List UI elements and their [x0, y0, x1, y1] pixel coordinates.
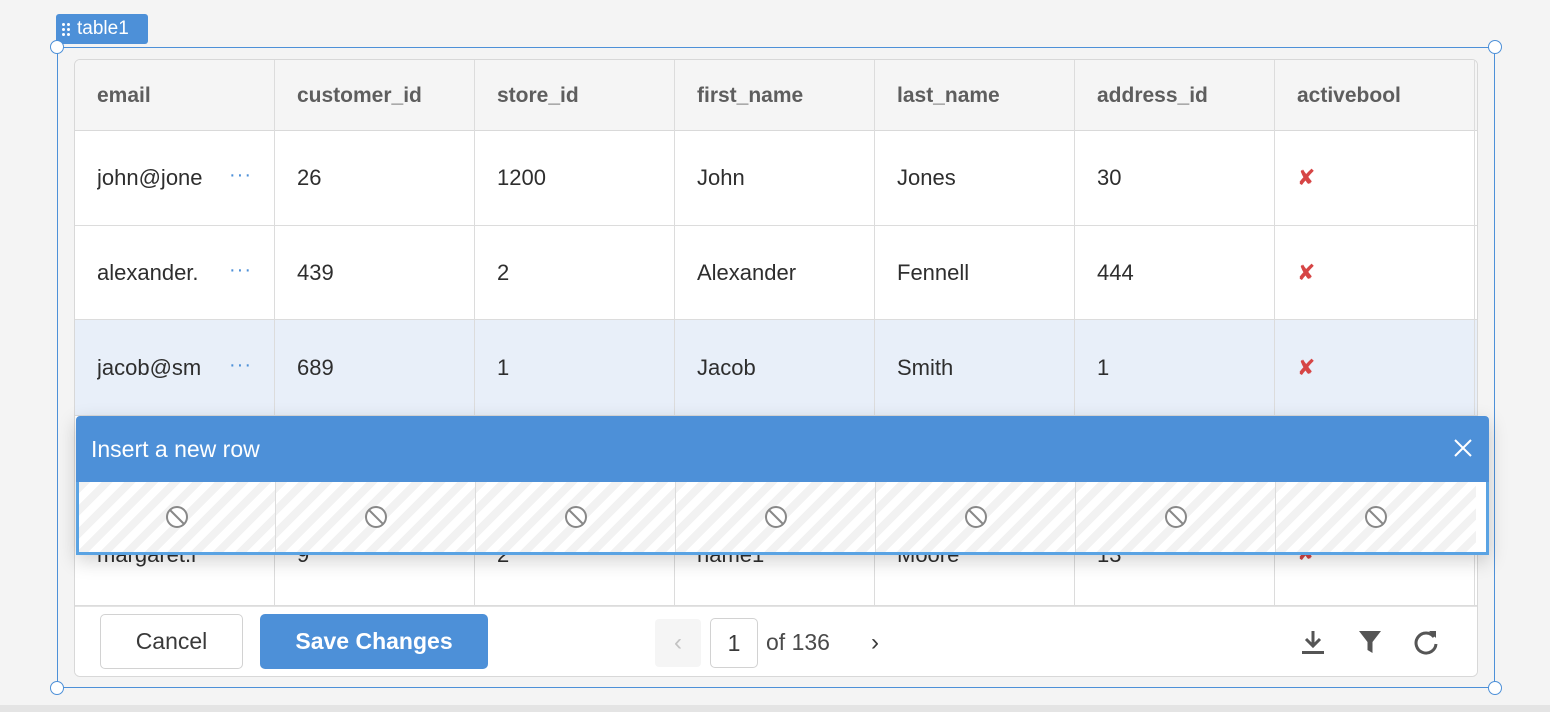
canvas: table1 email customer_id store_id first_… — [0, 0, 1550, 712]
x-mark-icon: ✘ — [1297, 165, 1316, 190]
column-header-activebool[interactable]: activebool — [1275, 60, 1475, 131]
cell-first-name[interactable]: Jacob — [675, 320, 875, 415]
ban-icon — [166, 506, 188, 528]
cell-activebool[interactable]: ✘ — [1275, 320, 1475, 415]
cell-last-name[interactable]: Smith — [875, 320, 1075, 415]
column-header-first-name[interactable]: first_name — [675, 60, 875, 131]
column-header-address-id[interactable]: address_id — [1075, 60, 1275, 131]
column-header-email[interactable]: email — [75, 60, 275, 131]
ban-icon — [964, 506, 987, 528]
ban-icon — [764, 506, 787, 528]
ban-icon — [364, 506, 387, 528]
cell-store-id[interactable]: 1 — [475, 320, 675, 415]
save-changes-button[interactable]: Save Changes — [260, 614, 488, 669]
table-widget: email customer_id store_id first_name la… — [74, 59, 1478, 677]
insert-cell-address-id[interactable] — [1076, 482, 1276, 552]
insert-cell-activebool[interactable] — [1276, 482, 1476, 552]
component-label-text: table1 — [77, 18, 129, 39]
cancel-button[interactable]: Cancel — [100, 614, 243, 669]
table-row[interactable]: alexander. ··· 439 2 Alexander Fennell 44… — [75, 226, 1477, 320]
cell-customer-id[interactable]: 439 — [275, 226, 475, 319]
cell-email[interactable]: jacob@sm ··· — [75, 320, 275, 415]
resize-handle-bottom-right[interactable] — [1488, 681, 1502, 695]
column-header-store-id[interactable]: store_id — [475, 60, 675, 131]
cell-first-name[interactable]: Alexander — [675, 226, 875, 319]
ban-icon — [564, 506, 587, 528]
x-mark-icon: ✘ — [1297, 259, 1316, 285]
insert-cell-customer-id[interactable] — [276, 482, 476, 552]
page-count-text: of 136 — [766, 629, 830, 655]
table-footer: Cancel Save Changes ‹ of 136 › — [75, 606, 1477, 676]
cell-activebool[interactable]: ✘ — [1275, 131, 1475, 225]
resize-handle-bottom-left[interactable] — [50, 681, 64, 695]
page-number-input[interactable] — [710, 618, 758, 668]
cell-email[interactable]: john@jone ··· — [75, 131, 275, 225]
insert-cell-store-id[interactable] — [476, 482, 676, 552]
table-header: email customer_id store_id first_name la… — [75, 60, 1477, 131]
table-row-selected[interactable]: jacob@sm ··· 689 1 Jacob Smith 1 ✘ — [75, 320, 1477, 416]
insert-cell-email[interactable] — [79, 482, 276, 552]
download-icon[interactable] — [1299, 627, 1327, 657]
insert-row-header: Insert a new row — [76, 416, 1489, 482]
x-mark-icon: ✘ — [1297, 354, 1316, 380]
cell-address-id[interactable]: 444 — [1075, 226, 1275, 319]
previous-page-button[interactable]: ‹ — [655, 619, 701, 667]
cell-address-id[interactable]: 1 — [1075, 320, 1275, 415]
next-page-button[interactable]: › — [860, 619, 890, 667]
insert-cell-last-name[interactable] — [876, 482, 1076, 552]
cell-address-id[interactable]: 30 — [1075, 131, 1275, 225]
refresh-icon[interactable] — [1412, 627, 1440, 657]
ban-icon — [1365, 506, 1387, 528]
more-icon[interactable]: ··· — [229, 354, 252, 377]
cell-customer-id[interactable]: 689 — [275, 320, 475, 415]
cell-store-id[interactable]: 1200 — [475, 131, 675, 225]
cell-email[interactable]: alexander. ··· — [75, 226, 275, 319]
cell-first-name[interactable]: John — [675, 131, 875, 225]
cell-activebool[interactable]: ✘ — [1275, 226, 1475, 319]
cell-customer-id[interactable]: 26 — [275, 131, 475, 225]
cell-last-name[interactable]: Jones — [875, 131, 1075, 225]
column-header-customer-id[interactable]: customer_id — [275, 60, 475, 131]
cell-store-id[interactable]: 2 — [475, 226, 675, 319]
drag-handle-icon[interactable] — [62, 22, 72, 36]
insert-row-title: Insert a new row — [91, 436, 260, 462]
close-icon[interactable] — [1451, 436, 1475, 460]
ban-icon — [1164, 506, 1187, 528]
insert-cell-first-name[interactable] — [676, 482, 876, 552]
canvas-bottom-edge — [0, 705, 1550, 712]
column-header-last-name[interactable]: last_name — [875, 60, 1075, 131]
resize-handle-top-right[interactable] — [1488, 40, 1502, 54]
more-icon[interactable]: ··· — [229, 259, 252, 282]
resize-handle-top-left[interactable] — [50, 40, 64, 54]
more-icon[interactable]: ··· — [229, 164, 252, 187]
component-label[interactable]: table1 — [56, 14, 148, 44]
table-row[interactable]: john@jone ··· 26 1200 John Jones 30 ✘ — [75, 131, 1477, 226]
filter-icon[interactable] — [1356, 627, 1384, 657]
insert-row-panel: Insert a new row — [76, 416, 1489, 555]
insert-row-cells — [76, 482, 1489, 555]
cell-last-name[interactable]: Fennell — [875, 226, 1075, 319]
